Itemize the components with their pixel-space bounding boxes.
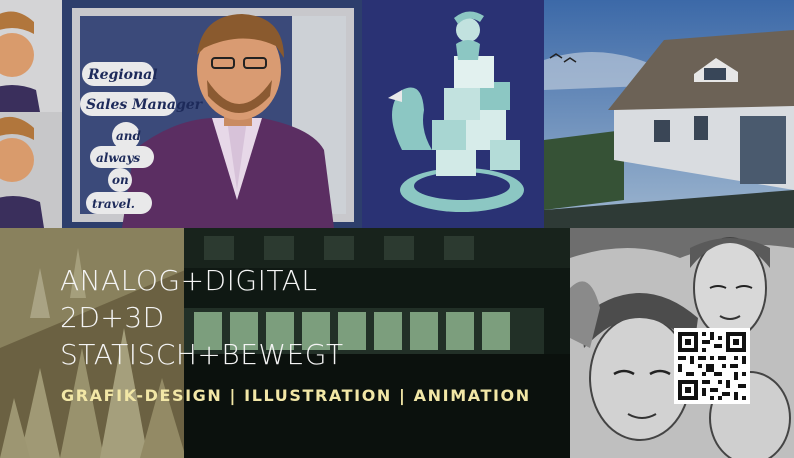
headline-line-statisch-bewegt: STATISCH+BEWEGT <box>60 338 344 371</box>
sales-manager-tile: Regional Sales Manager and always on tra… <box>62 0 362 228</box>
house-render-tile <box>544 0 794 228</box>
bubble-line-5: on <box>112 173 129 187</box>
qr-code-icon <box>674 328 750 404</box>
portfolio-banner: Regional Sales Manager and always on tra… <box>0 0 794 458</box>
portrait-strip-image <box>0 0 62 228</box>
gift-flamingo-tile <box>362 0 544 228</box>
sales-manager-illustration: Regional Sales Manager and always on tra… <box>62 0 362 228</box>
headline-line-analog-digital: ANALOG+DIGITAL <box>60 264 318 297</box>
headline: ANALOG+DIGITAL 2D+3D STATISCH+BEWEGT <box>60 262 344 373</box>
bubble-line-3: and <box>116 129 142 143</box>
portrait-strip-tile <box>0 0 62 228</box>
house-render-image <box>544 0 794 228</box>
bubble-line-1: Regional <box>87 67 158 83</box>
bubble-line-6: travel. <box>92 197 135 211</box>
bubble-line-4: always <box>96 151 140 165</box>
qr-code[interactable] <box>674 328 750 404</box>
gift-flamingo-illustration <box>362 0 544 228</box>
bubble-line-2: Sales Manager <box>86 97 204 113</box>
headline-line-2d-3d: 2D+3D <box>60 301 165 334</box>
services-subheadline: GRAFIK-DESIGN | ILLUSTRATION | ANIMATION <box>61 386 531 405</box>
